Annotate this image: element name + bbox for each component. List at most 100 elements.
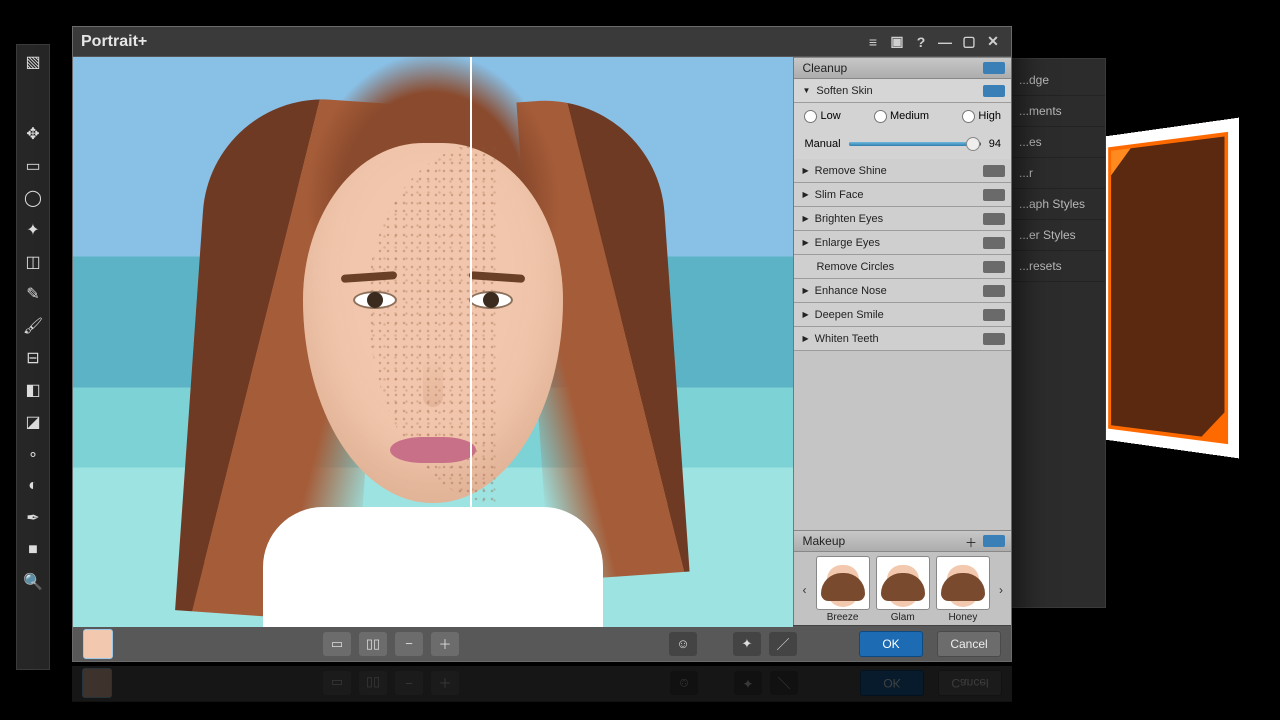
image-thumbnail[interactable] [83,629,113,659]
chevron-right-icon: ▶ [802,214,808,223]
section-toggle[interactable] [983,62,1005,74]
preset-thumb [876,556,930,610]
bg-panel-item: ...dge [1011,65,1105,96]
cleanup-item-remove-shine[interactable]: ▶ Remove Shine [794,159,1011,183]
add-preset-icon[interactable]: ＋ [965,534,977,551]
swatch-icon[interactable]: ■ [22,539,44,561]
portrait-collar [263,507,603,627]
auto-fix-icon[interactable]: ✦ [733,632,761,656]
soften-skin-header[interactable]: ▼ Soften Skin [794,79,1011,103]
bg-panel-item: ...ments [1011,96,1105,127]
makeup-section-header[interactable]: Makeup ＋ [794,530,1011,552]
feature-toggle[interactable] [983,309,1005,321]
chevron-right-icon: ▶ [802,166,808,175]
soften-skin-label: Soften Skin [816,85,872,97]
feature-toggle[interactable] [983,237,1005,249]
cleanup-item-deepen-smile[interactable]: ▶ Deepen Smile [794,303,1011,327]
preset-thumb [816,556,870,610]
feature-toggle[interactable] [983,261,1005,273]
feature-toggle[interactable] [983,333,1005,345]
eyedropper-icon[interactable]: ✎ [22,283,44,305]
cleanup-item-label: Enlarge Eyes [815,237,880,249]
feature-toggle[interactable] [983,285,1005,297]
chevron-right-icon: ▶ [802,310,808,319]
portrait-plus-window: Portrait+ ≡ ▣ ? — ▢ ✕ Cleanup [72,26,1012,662]
cleanup-item-whiten-teeth[interactable]: ▶Whiten Teeth [794,327,1011,351]
close-button[interactable]: ✕ [983,32,1003,52]
cleanup-section-header[interactable]: Cleanup [794,57,1011,79]
zoom-out-icon[interactable]: − [395,632,423,656]
ok-button[interactable]: OK [859,631,923,657]
pen-icon[interactable]: ✒ [22,507,44,529]
preview-canvas[interactable] [73,57,793,627]
wand-icon[interactable]: ✦ [22,219,44,241]
bg-panel-item: ...er Styles [1011,220,1105,251]
section-toggle[interactable] [983,535,1005,547]
cleanup-item-label: Enhance Nose [815,285,887,297]
help-icon[interactable]: ? [911,32,931,52]
feature-toggle[interactable] [983,165,1005,177]
cleanup-item-label: Whiten Teeth [815,333,879,345]
soften-medium-radio[interactable]: Medium [874,110,929,123]
fit-screen-icon[interactable]: ▭ [323,632,351,656]
makeup-preset-glam[interactable]: Glam [875,556,931,623]
cleanup-item-enlarge-eyes[interactable]: ▶ Enlarge Eyes [794,231,1011,255]
soften-low-radio[interactable]: Low [804,110,840,123]
cleanup-item-remove-circles[interactable]: Remove Circles [794,255,1011,279]
cleanup-item-brighten-eyes[interactable]: ▶Brighten Eyes [794,207,1011,231]
makeup-presets: ‹ Breeze Glam Honey › [794,552,1011,625]
maximize-button[interactable]: ▢ [959,32,979,52]
makeup-preset-honey[interactable]: Honey [935,556,991,623]
lasso-icon[interactable]: ◯ [22,187,44,209]
dodge-icon[interactable]: ◐ [22,475,44,497]
presets-prev[interactable]: ‹ [798,583,810,597]
cancel-button[interactable]: Cancel [937,631,1001,657]
soften-high-radio[interactable]: High [962,110,1001,123]
window-reflection: ▭▯▯−＋ ☺ ✦／ OKCancel [72,662,1012,702]
host-toolbar: ▧ ✥ ▭ ◯ ✦ ◫ ✎ 🖌 ⊟ ◧ ◪ ∘ ◐ ✒ ■ 🔍 [16,44,50,670]
background-card [1099,118,1239,459]
portrait-eye [353,291,397,309]
feature-toggle[interactable] [983,213,1005,225]
portrait-nose [423,357,443,407]
soften-slider[interactable] [849,142,981,146]
chevron-right-icon: ▶ [802,286,808,295]
gradient-icon[interactable]: ◪ [22,411,44,433]
cleanup-item-slim-face[interactable]: ▶Slim Face [794,183,1011,207]
chevron-right-icon: ▶ [802,190,808,199]
titlebar: Portrait+ ≡ ▣ ? — ▢ ✕ [73,27,1011,57]
panel-empty-area [794,351,1011,530]
menu-icon[interactable]: ≡ [863,32,883,52]
makeup-title: Makeup [802,534,845,548]
actual-size-icon[interactable]: ▯▯ [359,632,387,656]
blur-icon[interactable]: ∘ [22,443,44,465]
eraser-icon[interactable]: ◧ [22,379,44,401]
before-after-divider[interactable] [470,57,472,627]
slider-thumb[interactable] [966,137,980,151]
cleanup-item-enhance-nose[interactable]: ▶ Enhance Nose [794,279,1011,303]
crop-icon[interactable]: ▧ [22,51,44,73]
feature-toggle[interactable] [983,189,1005,201]
stamp-icon[interactable]: ⊟ [22,347,44,369]
soften-value: 94 [989,138,1001,150]
makeup-preset-breeze[interactable]: Breeze [814,556,870,623]
cleanup-item-label: Remove Circles [816,261,894,273]
feature-toggle[interactable] [983,85,1005,97]
face-detect-icon[interactable]: ☺ [669,632,697,656]
bg-panel-item: ...aph Styles [1011,189,1105,220]
crop2-icon[interactable]: ◫ [22,251,44,273]
zoom-in-icon[interactable]: ＋ [431,632,459,656]
presets-next[interactable]: › [995,583,1007,597]
marquee-icon[interactable]: ▭ [22,155,44,177]
chevron-right-icon: ▶ [802,238,808,247]
move-icon[interactable]: ✥ [22,123,44,145]
cleanup-item-label: Deepen Smile [815,309,884,321]
brush-icon[interactable]: 🖌 [22,315,44,337]
brush-tool-icon[interactable]: ／ [769,632,797,656]
zoom-icon[interactable]: 🔍 [22,571,44,593]
footer-bar: ▭ ▯▯ − ＋ ☺ ✦ ／ OK Cancel [73,625,1011,661]
cleanup-item-label: Remove Shine [815,165,887,177]
compare-icon[interactable]: ▣ [887,32,907,52]
host-app-sidepanel: ...dge ...ments ...es ...r ...aph Styles… [1010,58,1106,608]
minimize-button[interactable]: — [935,32,955,52]
